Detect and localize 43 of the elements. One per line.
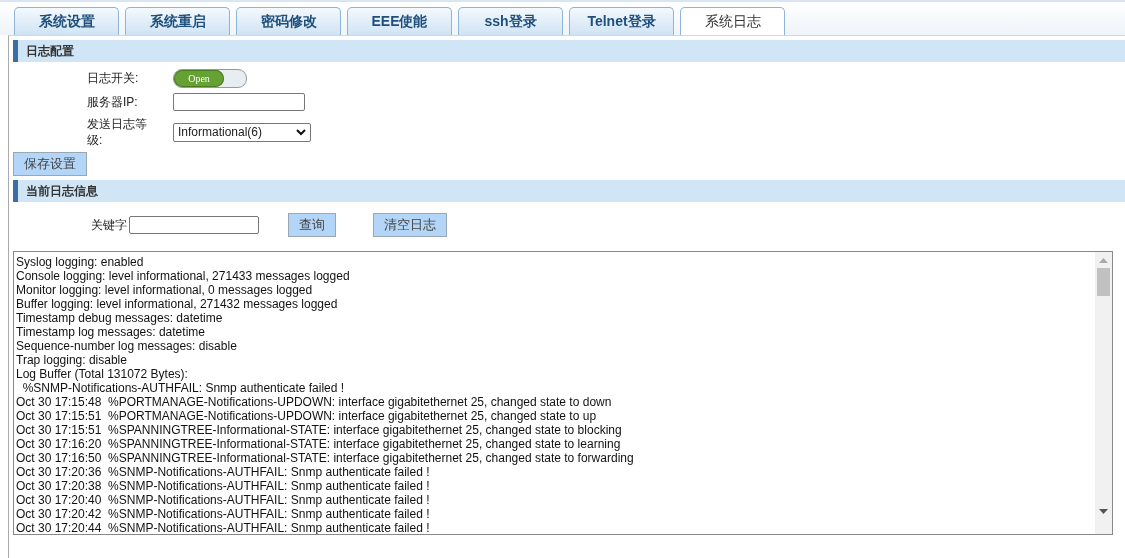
tab[interactable]: 系统日志 xyxy=(680,7,785,35)
log-line: Syslog logging: enabled xyxy=(16,255,145,269)
tab[interactable]: Telnet登录 xyxy=(569,7,674,35)
log-line: %SNMP-Notifications-AUTHFAIL: Snmp authenticate failed ! xyxy=(21,381,346,395)
log-line: Oct 30 17:15:51 %PORTMANAGE-Notifications-UPDOWN: interface gigabitethernet 25, changed state to up xyxy=(16,409,598,423)
chevron-down-icon xyxy=(296,128,306,136)
field-label: 发送日志等级: xyxy=(87,116,148,148)
section-header: 日志配置 xyxy=(13,40,1125,62)
log-line: Oct 30 17:20:44 %SNMP-Notifications-AUTHFAIL: Snmp authenticate failed ! xyxy=(16,521,431,534)
log-line: Oct 30 17:15:48 %PORTMANAGE-Notifications-UPDOWN: interface gigabitethernet 25, changed state to down xyxy=(16,395,613,409)
log-line: Oct 30 17:16:20 %SPANNINGTREE-Informational-STATE: interface gigabitethernet 25, changed state to learning xyxy=(16,437,622,451)
log-line: Oct 30 17:15:51 %SPANNINGTREE-Informational-STATE: interface gigabitethernet 25, changed state to blocking xyxy=(16,423,623,437)
tab[interactable]: 密码修改 xyxy=(236,7,341,35)
log-line: Timestamp debug messages: datetime xyxy=(16,311,224,325)
tab[interactable]: EEE使能 xyxy=(347,7,452,35)
log-line: Timestamp log messages: datetime xyxy=(16,325,206,339)
section-header: 当前日志信息 xyxy=(13,180,1125,202)
log-line: Trap logging: disable xyxy=(16,353,128,367)
log-line: Console logging: level informational, 271433 messages logged xyxy=(16,269,351,283)
level-select[interactable]: Informational(6) xyxy=(173,122,311,142)
log-line: Oct 30 17:16:50 %SPANNINGTREE-Informational-STATE: interface gigabitethernet 25, changed state to forwarding xyxy=(16,451,635,465)
log-line: Oct 30 17:20:42 %SNMP-Notifications-AUTHFAIL: Snmp authenticate failed ! xyxy=(16,507,431,521)
toggle-knob: Open xyxy=(174,69,224,87)
scrollbar-thumb[interactable] xyxy=(1097,268,1110,296)
tab[interactable]: 系统重启 xyxy=(125,7,230,35)
clear-log-button[interactable]: 清空日志 xyxy=(373,213,447,237)
log-line: Monitor logging: level informational, 0 messages logged xyxy=(16,283,314,297)
log-line: Oct 30 17:20:36 %SNMP-Notifications-AUTHFAIL: Snmp authenticate failed ! xyxy=(16,465,431,479)
log-line: Log Buffer (Total 131072 Bytes): xyxy=(16,367,189,381)
keyword-field[interactable] xyxy=(129,216,259,234)
log-line: Oct 30 17:20:38 %SNMP-Notifications-AUTHFAIL: Snmp authenticate failed ! xyxy=(16,479,431,493)
log-line: Oct 30 17:20:40 %SNMP-Notifications-AUTHFAIL: Snmp authenticate failed ! xyxy=(16,493,431,507)
query-button[interactable]: 查询 xyxy=(288,213,336,237)
input-field[interactable] xyxy=(173,93,305,111)
tab[interactable]: 系统设置 xyxy=(14,7,119,35)
log-line: Buffer logging: level informational, 271432 messages logged xyxy=(16,297,339,311)
field-label: 关键字 xyxy=(91,216,127,234)
field-label: 服务器IP: xyxy=(87,94,139,110)
tab[interactable]: ssh登录 xyxy=(458,7,563,35)
field-label: 日志开关: xyxy=(87,70,140,86)
scroll-down-icon[interactable] xyxy=(1099,509,1108,514)
save-button[interactable]: 保存设置 xyxy=(13,152,87,176)
log-line: Sequence-number log messages: disable xyxy=(16,339,238,353)
